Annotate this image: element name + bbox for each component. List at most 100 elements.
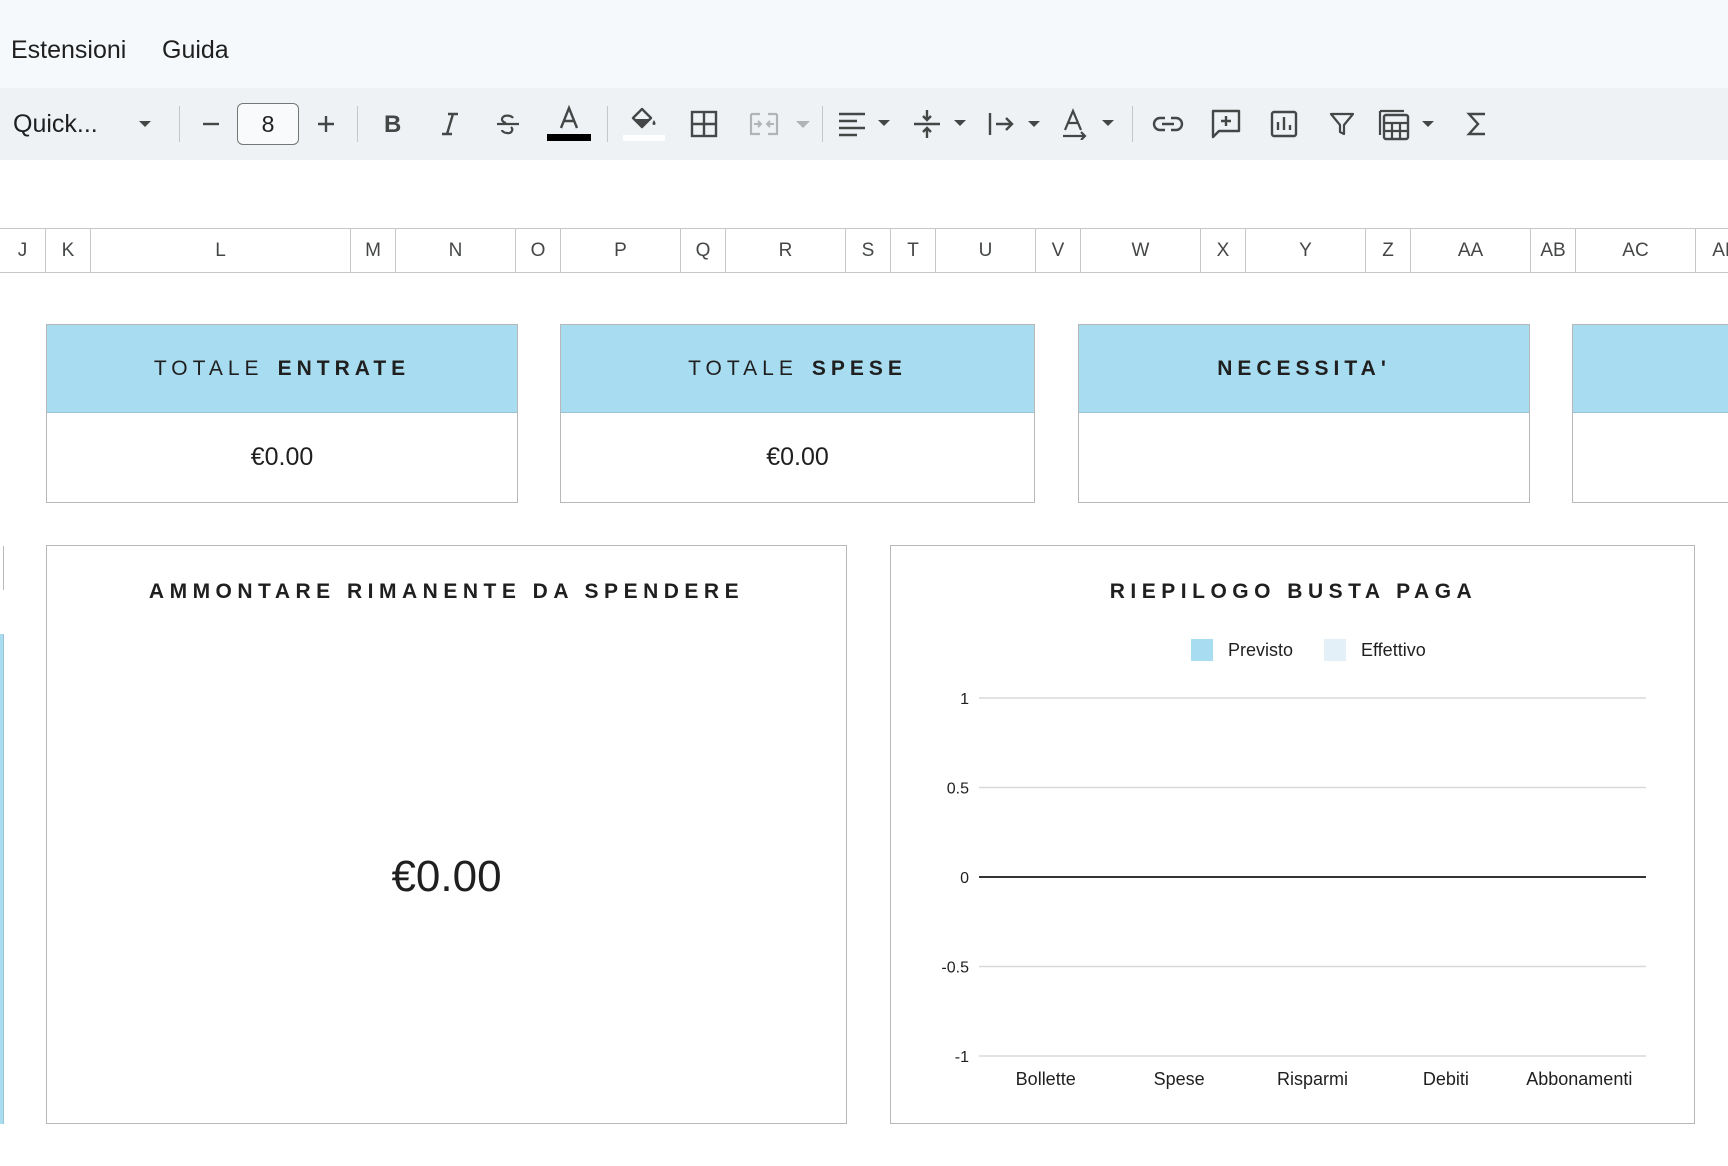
functions-button[interactable] bbox=[1462, 88, 1492, 160]
column-header-t[interactable]: T bbox=[891, 229, 936, 272]
strikethrough-icon bbox=[497, 114, 519, 135]
left-edge-table bbox=[0, 634, 4, 1124]
column-header-r[interactable]: R bbox=[726, 229, 846, 272]
card-value[interactable]: €0.00 bbox=[47, 413, 517, 501]
left-edge-cell bbox=[0, 546, 4, 590]
column-header-row: JKLMNOPQRSTUVWXYZAAABACAD bbox=[0, 228, 1728, 273]
payroll-summary-chart-panel[interactable]: RIEPILOGO BUSTA PAGA Previsto Effettivo 1 0.… bbox=[890, 545, 1695, 1124]
column-header-s[interactable]: S bbox=[846, 229, 891, 272]
card-value[interactable] bbox=[1573, 413, 1728, 501]
bold-icon: B bbox=[384, 111, 401, 138]
plus-icon bbox=[318, 116, 334, 132]
sigma-icon bbox=[1466, 112, 1485, 136]
column-header-p[interactable]: P bbox=[561, 229, 681, 272]
borders-button[interactable] bbox=[686, 88, 722, 160]
y-tick-label: -1 bbox=[955, 1049, 969, 1066]
fill-color-button[interactable] bbox=[621, 88, 667, 160]
column-header-u[interactable]: U bbox=[936, 229, 1036, 272]
text-rotation-icon bbox=[1063, 108, 1114, 140]
bold-button[interactable]: B bbox=[374, 88, 410, 160]
paint-bucket-icon bbox=[623, 107, 665, 141]
menu-guida[interactable]: Guida bbox=[162, 36, 229, 65]
insert-comment-button[interactable] bbox=[1208, 88, 1244, 160]
chevron-down-icon bbox=[139, 121, 151, 127]
borders-icon bbox=[690, 110, 718, 138]
card-necessita: NECESSITA' bbox=[1078, 324, 1530, 503]
chart-icon bbox=[1270, 110, 1298, 138]
column-header-ac[interactable]: AC bbox=[1576, 229, 1696, 272]
column-header-k[interactable]: K bbox=[46, 229, 91, 272]
column-header-o[interactable]: O bbox=[516, 229, 561, 272]
y-tick-label: 1 bbox=[960, 691, 969, 708]
table-views-button[interactable] bbox=[1378, 88, 1442, 160]
remaining-amount-title: AMMONTARE RIMANENTE DA SPENDERE bbox=[148, 580, 745, 603]
column-header-l[interactable]: L bbox=[91, 229, 351, 272]
x-tick-label: Risparmi bbox=[1277, 1069, 1348, 1089]
card-header: NECESSITA' bbox=[1079, 325, 1529, 413]
chart-title: RIEPILOGO BUSTA PAGA bbox=[1110, 580, 1477, 603]
column-header-aa[interactable]: AA bbox=[1411, 229, 1531, 272]
column-header-v[interactable]: V bbox=[1036, 229, 1081, 272]
font-size-input[interactable]: 8 bbox=[237, 103, 299, 145]
merge-cells-button[interactable] bbox=[748, 88, 816, 160]
column-header-y[interactable]: Y bbox=[1246, 229, 1366, 272]
filter-icon bbox=[1329, 112, 1355, 136]
vertical-align-icon bbox=[914, 110, 966, 138]
legend-swatch-effettivo bbox=[1324, 639, 1346, 661]
legend-label-previsto: Previsto bbox=[1228, 640, 1293, 660]
create-filter-button[interactable] bbox=[1324, 88, 1360, 160]
column-header-z[interactable]: Z bbox=[1366, 229, 1411, 272]
toolbar: Quick... 8 B bbox=[0, 88, 1728, 160]
card-header: TOTALE ENTRATE bbox=[47, 325, 517, 413]
column-header-n[interactable]: N bbox=[396, 229, 516, 272]
column-header-j[interactable]: J bbox=[0, 229, 46, 272]
card-header-bold: NECESSITA' bbox=[1217, 356, 1391, 380]
text-rotation-button[interactable] bbox=[1060, 88, 1120, 160]
y-tick-label: 0 bbox=[960, 870, 969, 887]
decrease-font-size-button[interactable] bbox=[193, 88, 229, 160]
font-family-select[interactable]: Quick... bbox=[13, 88, 163, 160]
strikethrough-button[interactable] bbox=[490, 88, 526, 160]
card-header-bold: ENTRATE bbox=[277, 356, 411, 380]
payroll-summary-chart: RIEPILOGO BUSTA PAGA Previsto Effettivo 1 0.… bbox=[941, 580, 1646, 1089]
card-value[interactable]: €0.00 bbox=[561, 413, 1034, 501]
remaining-amount-value[interactable]: €0.00 bbox=[46, 852, 847, 902]
text-color-icon bbox=[547, 104, 591, 141]
card-header bbox=[1573, 325, 1728, 413]
column-header-w[interactable]: W bbox=[1081, 229, 1201, 272]
minus-icon bbox=[203, 122, 219, 126]
align-left-icon bbox=[839, 112, 890, 137]
horizontal-align-button[interactable] bbox=[836, 88, 896, 160]
card-header-bold: SPESE bbox=[811, 356, 907, 380]
card-totale-spese: TOTALE SPESE €0.00 bbox=[560, 324, 1035, 503]
card-header-light: TOTALE bbox=[688, 356, 798, 380]
card-value[interactable] bbox=[1079, 413, 1529, 501]
column-header-ad[interactable]: AD bbox=[1696, 229, 1728, 272]
add-comment-icon bbox=[1211, 109, 1241, 139]
vertical-align-button[interactable] bbox=[912, 88, 972, 160]
insert-chart-button[interactable] bbox=[1266, 88, 1302, 160]
column-header-x[interactable]: X bbox=[1201, 229, 1246, 272]
insert-link-button[interactable] bbox=[1148, 88, 1188, 160]
x-tick-label: Debiti bbox=[1423, 1069, 1469, 1089]
column-header-ab[interactable]: AB bbox=[1531, 229, 1576, 272]
menu-estensioni[interactable]: Estensioni bbox=[11, 36, 126, 65]
increase-font-size-button[interactable] bbox=[308, 88, 344, 160]
font-size-input-wrap: 8 bbox=[237, 88, 299, 160]
column-header-q[interactable]: Q bbox=[681, 229, 726, 272]
merge-cells-icon bbox=[749, 112, 810, 136]
legend-swatch-previsto bbox=[1191, 639, 1213, 661]
legend-label-effettivo: Effettivo bbox=[1361, 640, 1426, 660]
column-header-m[interactable]: M bbox=[351, 229, 396, 272]
text-color-button[interactable] bbox=[546, 88, 592, 160]
italic-button[interactable] bbox=[432, 88, 468, 160]
x-tick-label: Abbonamenti bbox=[1526, 1069, 1632, 1089]
font-family-value: Quick... bbox=[13, 109, 98, 138]
y-tick-label: 0.5 bbox=[947, 781, 969, 798]
card-header: TOTALE SPESE bbox=[561, 325, 1034, 413]
card-totale-entrate: TOTALE ENTRATE €0.00 bbox=[46, 324, 518, 503]
x-tick-label: Spese bbox=[1154, 1069, 1205, 1089]
x-tick-label: Bollette bbox=[1016, 1069, 1076, 1089]
y-tick-label: -0.5 bbox=[941, 960, 969, 977]
text-wrapping-button[interactable] bbox=[986, 88, 1046, 160]
